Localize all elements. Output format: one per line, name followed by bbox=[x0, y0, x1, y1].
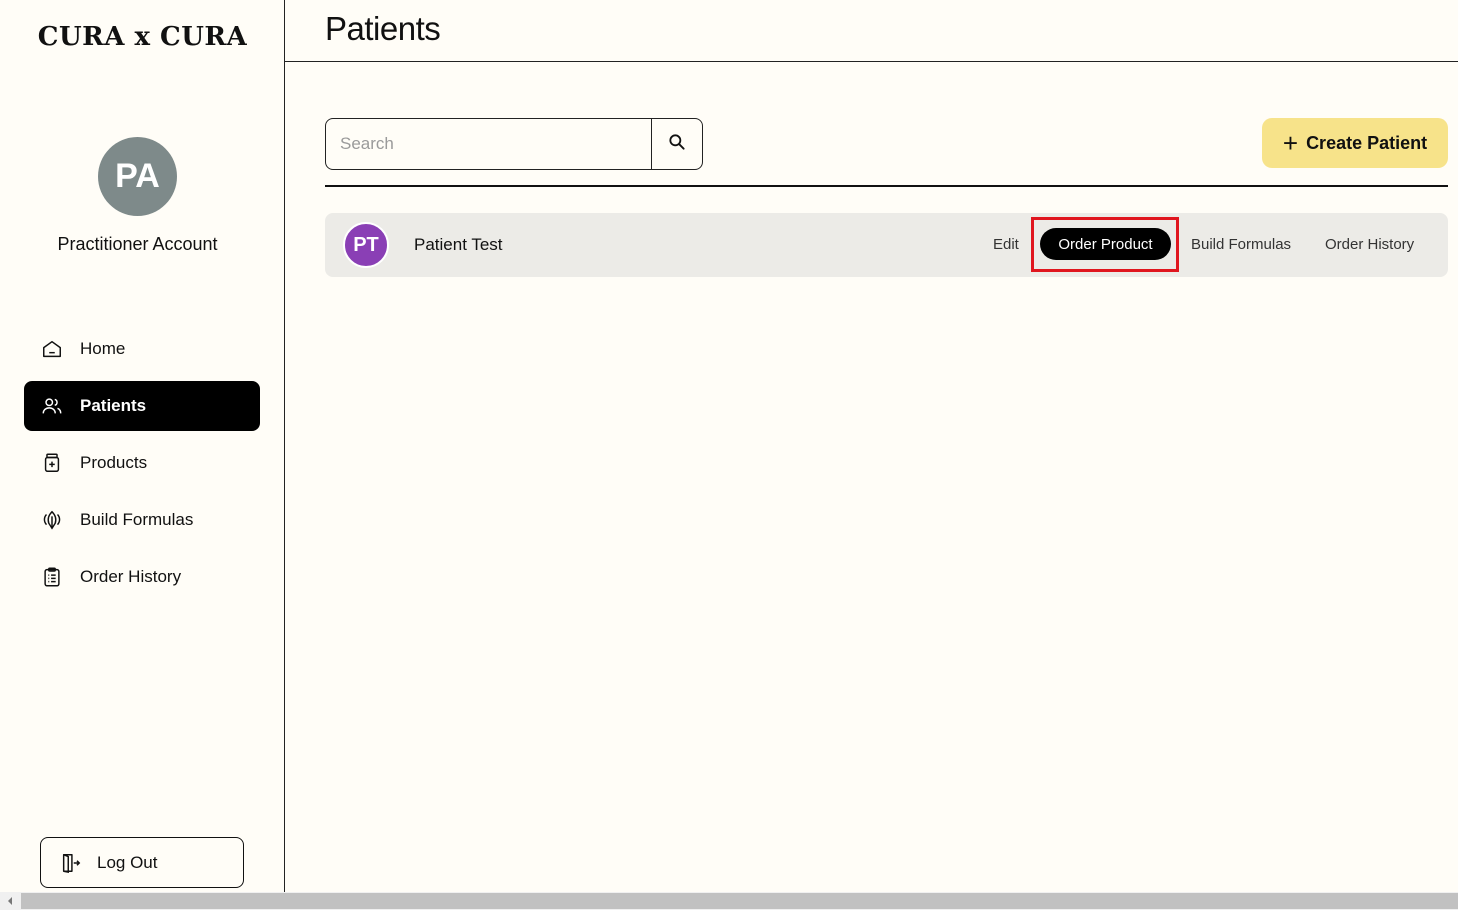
sidebar-item-build-formulas[interactable]: Build Formulas bbox=[24, 495, 260, 545]
divider bbox=[325, 185, 1448, 187]
search-button[interactable] bbox=[651, 119, 702, 169]
page-title: Patients bbox=[325, 10, 441, 47]
scroll-left-icon[interactable] bbox=[0, 892, 20, 910]
account-name: Practitioner Account bbox=[57, 234, 218, 254]
patient-name[interactable]: Patient Test bbox=[414, 235, 503, 255]
sidebar-item-home[interactable]: Home bbox=[24, 324, 260, 374]
search-input[interactable] bbox=[326, 119, 651, 169]
logout-button[interactable]: Log Out bbox=[40, 837, 244, 888]
users-icon bbox=[40, 394, 64, 418]
sidebar-item-products[interactable]: Products bbox=[24, 438, 260, 488]
jar-icon bbox=[40, 451, 64, 475]
logout-label: Log Out bbox=[97, 852, 158, 872]
plus-icon: + bbox=[1282, 128, 1299, 158]
sidebar-item-order-history[interactable]: Order History bbox=[24, 552, 260, 602]
sidebar-item-label: Patients bbox=[80, 396, 147, 415]
sidebar-item-patients[interactable]: Patients bbox=[24, 381, 260, 431]
order-product-button[interactable]: Order Product bbox=[1040, 228, 1171, 260]
sidebar: CURA x CURA PA Practitioner Account Home… bbox=[0, 0, 285, 892]
order-history-link[interactable]: Order History bbox=[1325, 236, 1414, 253]
account-avatar: PA bbox=[98, 137, 177, 216]
patient-initials: PT bbox=[353, 233, 379, 256]
scrollbar-thumb[interactable] bbox=[21, 893, 1458, 909]
app-logo[interactable]: CURA x CURA bbox=[0, 22, 285, 52]
build-formulas-link[interactable]: Build Formulas bbox=[1191, 236, 1291, 253]
create-patient-label: Create Patient bbox=[1306, 132, 1428, 153]
sidebar-item-label: Home bbox=[80, 339, 126, 358]
account-initials: PA bbox=[115, 157, 160, 195]
page-header: Patients bbox=[285, 0, 1458, 62]
clipboard-icon bbox=[40, 565, 64, 589]
sidebar-item-label: Build Formulas bbox=[80, 510, 194, 529]
logout-icon bbox=[59, 851, 83, 875]
sidebar-item-label: Order History bbox=[80, 567, 182, 586]
order-product-label: Order Product bbox=[1058, 235, 1153, 253]
sidebar-item-label: Products bbox=[80, 453, 148, 472]
table-row: PT Patient Test Edit Order Product Build… bbox=[325, 213, 1448, 277]
home-icon bbox=[40, 337, 64, 361]
search-box bbox=[325, 118, 703, 170]
horizontal-scrollbar[interactable] bbox=[0, 892, 1458, 910]
search-icon bbox=[667, 132, 687, 157]
leaf-icon bbox=[40, 508, 64, 532]
create-patient-button[interactable]: + Create Patient bbox=[1262, 118, 1448, 168]
edit-link[interactable]: Edit bbox=[993, 236, 1019, 253]
patient-avatar: PT bbox=[343, 222, 389, 268]
